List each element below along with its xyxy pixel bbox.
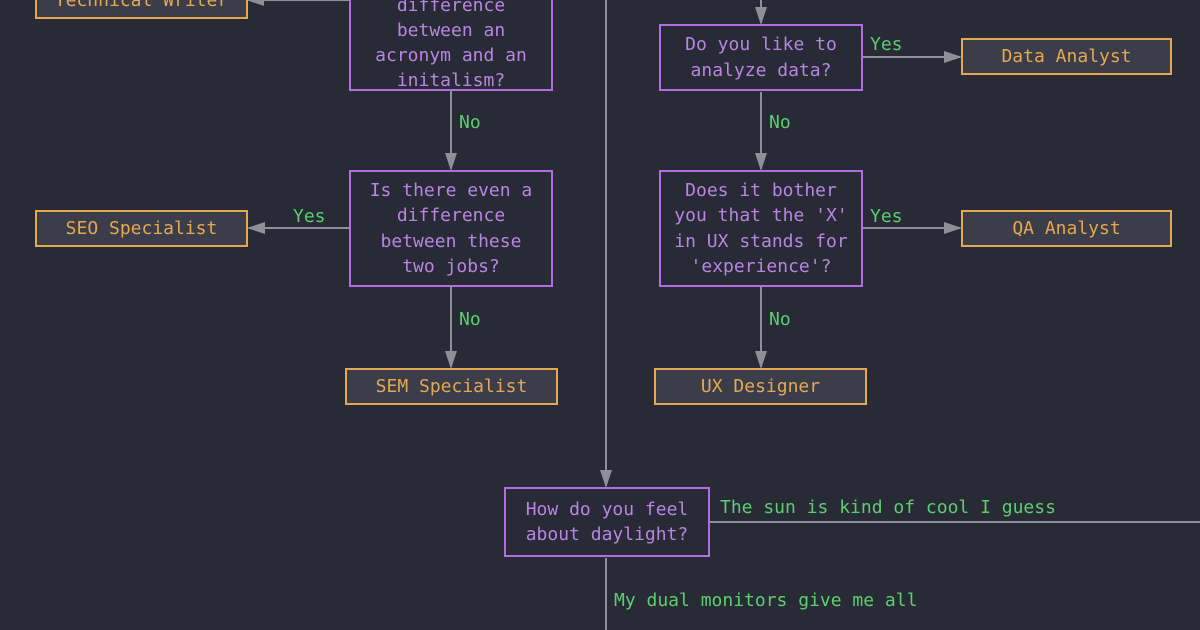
edge-label-daylight-sun: The sun is kind of cool I guess bbox=[720, 497, 1056, 518]
result-technical-writer: Technical Writer bbox=[35, 0, 248, 19]
decision-daylight-text: How do you feel about daylight? bbox=[516, 497, 698, 547]
decision-analyze-data-text: Do you like to analyze data? bbox=[671, 32, 851, 82]
result-ux-designer-text: UX Designer bbox=[701, 374, 820, 399]
decision-acronym-text: Do you know the difference between an ac… bbox=[361, 0, 541, 93]
result-sem-specialist-text: SEM Specialist bbox=[376, 374, 528, 399]
edge-label-twojobs-yes: Yes bbox=[293, 206, 326, 227]
decision-two-jobs: Is there even a difference between these… bbox=[349, 170, 553, 287]
edge-label-twojobs-no: No bbox=[459, 309, 481, 330]
result-qa-analyst: QA Analyst bbox=[961, 210, 1172, 247]
result-seo-specialist: SEO Specialist bbox=[35, 210, 248, 247]
result-ux-designer: UX Designer bbox=[654, 368, 867, 405]
edge-label-analyze-no: No bbox=[769, 112, 791, 133]
edge-label-daylight-monitors: My dual monitors give me all bbox=[614, 590, 917, 611]
result-data-analyst: Data Analyst bbox=[961, 38, 1172, 75]
decision-daylight: How do you feel about daylight? bbox=[504, 487, 710, 557]
result-data-analyst-text: Data Analyst bbox=[1001, 44, 1131, 69]
decision-ux-x: Does it bother you that the 'X' in UX st… bbox=[659, 170, 863, 287]
decision-two-jobs-text: Is there even a difference between these… bbox=[361, 178, 541, 279]
edge-label-uxx-no: No bbox=[769, 309, 791, 330]
edge-label-analyze-yes: Yes bbox=[870, 34, 903, 55]
decision-acronym: Do you know the difference between an ac… bbox=[349, 0, 553, 91]
result-technical-writer-text: Technical Writer bbox=[55, 0, 228, 13]
edge-label-uxx-yes: Yes bbox=[870, 206, 903, 227]
result-qa-analyst-text: QA Analyst bbox=[1012, 216, 1120, 241]
decision-analyze-data: Do you like to analyze data? bbox=[659, 24, 863, 91]
decision-ux-x-text: Does it bother you that the 'X' in UX st… bbox=[671, 178, 851, 279]
result-sem-specialist: SEM Specialist bbox=[345, 368, 558, 405]
result-seo-specialist-text: SEO Specialist bbox=[66, 216, 218, 241]
edge-label-acronym-no: No bbox=[459, 112, 481, 133]
